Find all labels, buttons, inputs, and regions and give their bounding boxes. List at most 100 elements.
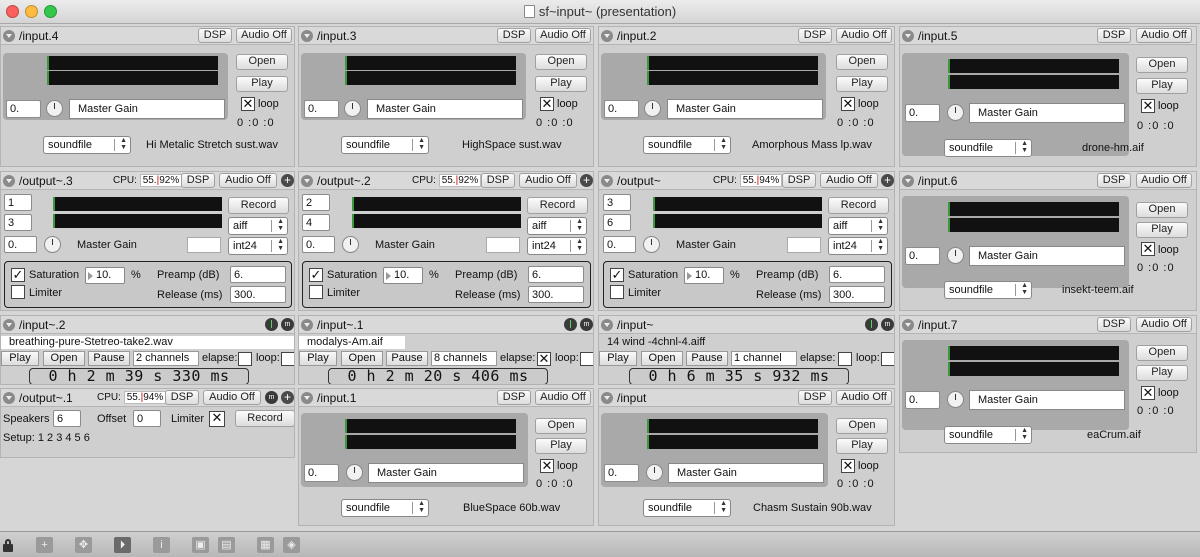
- gain-knob[interactable]: [646, 464, 663, 481]
- add-icon[interactable]: +: [881, 174, 894, 187]
- soundfile-menu[interactable]: soundfile ▲ ▼: [944, 426, 1032, 444]
- gain-number[interactable]: 0.: [604, 100, 639, 118]
- loop-checkbox[interactable]: ✕: [841, 459, 855, 473]
- master-gain-field[interactable]: Master Gain: [668, 463, 824, 483]
- master-gain-field[interactable]: Master Gain: [368, 463, 524, 483]
- dsp-button[interactable]: DSP: [481, 173, 515, 188]
- open-button[interactable]: Open: [236, 54, 288, 70]
- grid-icon[interactable]: ▦: [257, 537, 274, 553]
- limiter-checkbox[interactable]: [11, 285, 25, 299]
- dsp-button[interactable]: DSP: [1097, 173, 1131, 188]
- dsp-button[interactable]: DSP: [198, 28, 232, 43]
- format-menu[interactable]: aiff ▲ ▼: [828, 217, 888, 235]
- elapse-checkbox[interactable]: [838, 352, 852, 366]
- saturation-checkbox[interactable]: ✓: [11, 268, 25, 282]
- mute-button[interactable]: m: [281, 318, 294, 331]
- collapse-icon[interactable]: [601, 30, 613, 42]
- master-gain-field[interactable]: Master Gain: [969, 390, 1125, 410]
- channel-number[interactable]: 3: [4, 214, 32, 231]
- dsp-button[interactable]: DSP: [798, 28, 832, 43]
- loop-checkbox[interactable]: ✕: [1141, 386, 1155, 400]
- audio-off-button[interactable]: Audio Off: [1136, 173, 1192, 188]
- offset-number[interactable]: 0: [133, 410, 161, 427]
- play-button[interactable]: Play: [836, 76, 888, 92]
- audio-off-button[interactable]: Audio Off: [836, 390, 892, 405]
- record-button[interactable]: Record: [828, 197, 889, 214]
- channel-number[interactable]: 2: [302, 194, 330, 211]
- play-button[interactable]: Play: [1136, 365, 1188, 381]
- release-number[interactable]: 300.: [230, 286, 286, 303]
- gain-knob[interactable]: [344, 100, 361, 117]
- audio-off-button[interactable]: Audio Off: [203, 390, 261, 405]
- gain-knob[interactable]: [342, 236, 359, 253]
- master-gain-field[interactable]: Master Gain: [367, 99, 523, 119]
- play-button[interactable]: Play: [535, 438, 587, 454]
- pause-button[interactable]: Pause: [686, 351, 728, 366]
- lock-icon[interactable]: [1, 537, 18, 553]
- master-gain-field[interactable]: Master Gain: [969, 103, 1125, 123]
- gain-number[interactable]: 0.: [302, 236, 335, 253]
- gain-number[interactable]: 0.: [304, 464, 339, 482]
- gain-number[interactable]: 0.: [905, 391, 940, 409]
- collapse-icon[interactable]: [301, 175, 313, 187]
- add-icon[interactable]: +: [281, 174, 294, 187]
- gain-number[interactable]: 0.: [905, 247, 940, 265]
- audio-off-button[interactable]: Audio Off: [535, 28, 591, 43]
- open-button[interactable]: Open: [535, 418, 587, 434]
- mute-button[interactable]: m: [580, 318, 593, 331]
- gain-knob[interactable]: [346, 464, 363, 481]
- open-button[interactable]: Open: [1136, 57, 1188, 73]
- gain-number[interactable]: 0.: [4, 236, 37, 253]
- loop-checkbox[interactable]: ✕: [841, 97, 855, 111]
- audio-off-button[interactable]: Audio Off: [219, 173, 277, 188]
- gain-knob[interactable]: [644, 100, 661, 117]
- play-button[interactable]: Play: [236, 76, 288, 92]
- channel-number[interactable]: 4: [302, 214, 330, 231]
- saturation-checkbox[interactable]: ✓: [610, 268, 624, 282]
- release-number[interactable]: 300.: [528, 286, 584, 303]
- loop-checkbox[interactable]: ✕: [1141, 242, 1155, 256]
- preamp-number[interactable]: 6.: [829, 266, 885, 283]
- gain-knob[interactable]: [46, 100, 63, 117]
- speakers-number[interactable]: 6: [53, 410, 81, 427]
- collapse-icon[interactable]: [601, 175, 613, 187]
- open-button[interactable]: Open: [1136, 345, 1188, 361]
- preamp-number[interactable]: 6.: [528, 266, 584, 283]
- audio-off-button[interactable]: Audio Off: [535, 390, 591, 405]
- open-button[interactable]: Open: [341, 351, 383, 366]
- bitdepth-menu[interactable]: int24 ▲ ▼: [527, 237, 587, 255]
- preamp-number[interactable]: 6.: [230, 266, 286, 283]
- gain-number[interactable]: 0.: [604, 464, 639, 482]
- record-button[interactable]: Record: [235, 410, 294, 427]
- bitdepth-menu[interactable]: int24 ▲ ▼: [228, 237, 288, 255]
- collapse-icon[interactable]: [3, 175, 15, 187]
- open-button[interactable]: Open: [836, 418, 888, 434]
- saturation-checkbox[interactable]: ✓: [309, 268, 323, 282]
- soundfile-menu[interactable]: soundfile ▲ ▼: [341, 136, 429, 154]
- bitdepth-menu[interactable]: int24 ▲ ▼: [828, 237, 888, 255]
- channel-number[interactable]: 6: [603, 214, 631, 231]
- collapse-icon[interactable]: [902, 30, 914, 42]
- pause-button[interactable]: Pause: [88, 351, 130, 366]
- collapse-icon[interactable]: [902, 175, 914, 187]
- dsp-button[interactable]: DSP: [1097, 317, 1131, 332]
- presentation-icon[interactable]: ⏵: [114, 537, 131, 553]
- dsp-button[interactable]: DSP: [1097, 28, 1131, 43]
- snap-icon[interactable]: ◈: [283, 537, 300, 553]
- info-icon[interactable]: i: [153, 537, 170, 553]
- collapse-icon[interactable]: [301, 319, 313, 331]
- mute-button[interactable]: m: [881, 318, 894, 331]
- format-menu[interactable]: aiff ▲ ▼: [527, 217, 587, 235]
- audio-off-button[interactable]: Audio Off: [1136, 28, 1192, 43]
- windows-icon[interactable]: ▤: [218, 537, 235, 553]
- open-button[interactable]: Open: [535, 54, 587, 70]
- loop-checkbox[interactable]: ✕: [1141, 99, 1155, 113]
- collapse-icon[interactable]: [301, 30, 313, 42]
- dsp-button[interactable]: DSP: [782, 173, 816, 188]
- loop-checkbox[interactable]: ✕: [241, 97, 255, 111]
- dsp-button[interactable]: DSP: [165, 390, 199, 405]
- loop-checkbox[interactable]: [580, 352, 593, 366]
- audio-off-button[interactable]: Audio Off: [1136, 317, 1192, 332]
- move-icon[interactable]: ✥: [75, 537, 92, 553]
- loop-checkbox[interactable]: ✕: [540, 459, 554, 473]
